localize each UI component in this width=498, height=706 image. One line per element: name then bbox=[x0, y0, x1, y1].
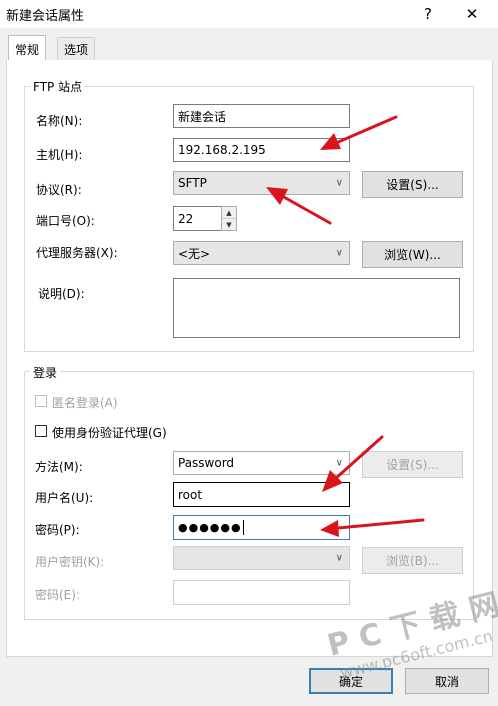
arrow-to-host bbox=[320, 115, 398, 150]
annotation-arrows bbox=[266, 115, 425, 537]
arrow-to-username bbox=[322, 435, 384, 492]
arrow-to-password bbox=[320, 518, 425, 537]
arrow-to-protocol bbox=[266, 187, 332, 225]
